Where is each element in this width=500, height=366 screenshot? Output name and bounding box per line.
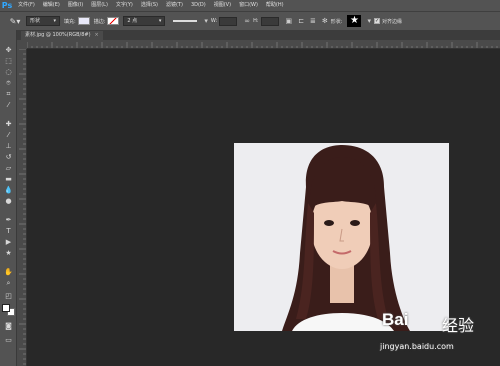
color-swatches[interactable] <box>2 304 15 316</box>
dodge-tool-icon[interactable]: ● <box>3 197 14 206</box>
width-input[interactable] <box>219 16 238 26</box>
portrait-photo <box>234 143 449 331</box>
horizontal-ruler <box>27 40 500 49</box>
eraser-tool-icon[interactable]: ▱ <box>3 164 14 173</box>
stroke-swatch[interactable] <box>107 17 120 25</box>
shape-tool-icon[interactable]: ★ <box>3 249 14 258</box>
menu-type[interactable]: 文字(Y) <box>112 0 137 11</box>
path-operations-icon[interactable]: ▣ <box>286 17 293 25</box>
close-icon[interactable]: × <box>95 31 99 40</box>
width-label: W: <box>210 18 218 24</box>
portrait-image[interactable] <box>234 143 449 331</box>
path-selection-tool-icon[interactable]: ▶ <box>3 238 14 247</box>
pen-tool-icon[interactable]: ✒ <box>3 216 14 225</box>
quick-mask-icon[interactable]: ◙ <box>3 322 14 331</box>
menu-help[interactable]: 帮助(H) <box>262 0 288 11</box>
photoshop-window: Ps 文件(F) 编辑(E) 图像(I) 图层(L) 文字(Y) 选择(S) 滤… <box>0 0 500 366</box>
stroke-label: 描边: <box>93 18 106 25</box>
tool-preset-picker[interactable]: ✎▾ <box>4 15 26 27</box>
menu-select[interactable]: 选择(S) <box>137 0 162 11</box>
menu-filter[interactable]: 滤镜(T) <box>162 0 187 11</box>
healing-brush-tool-icon[interactable]: ✚ <box>3 120 14 129</box>
gear-icon[interactable]: ✻ <box>322 17 328 25</box>
lasso-tool-icon[interactable]: ◌ <box>3 68 14 77</box>
app-logo: Ps <box>1 1 13 10</box>
menu-bar: Ps 文件(F) 编辑(E) 图像(I) 图层(L) 文字(Y) 选择(S) 滤… <box>0 0 500 11</box>
chevron-down-icon: ▾ <box>158 18 162 24</box>
path-arrangement-icon[interactable]: ≣ <box>310 17 316 25</box>
vertical-ruler <box>17 49 27 366</box>
stroke-size-select[interactable]: 2 点 ▾ <box>123 16 166 26</box>
foreground-color[interactable] <box>2 304 10 312</box>
crop-tool-icon[interactable]: ⌗ <box>3 90 14 99</box>
type-tool-icon[interactable]: T <box>3 227 14 236</box>
fill-label: 填充: <box>64 18 76 25</box>
blur-tool-icon[interactable]: 💧 <box>3 186 14 195</box>
history-brush-tool-icon[interactable]: ↺ <box>3 153 14 162</box>
hand-tool-icon[interactable]: ✋ <box>3 268 14 277</box>
options-bar: ✎▾ 形状 ▾ 填充: 描边: 2 点 ▾ ▾ W: ∞ H: ▣ ⊏ ≣ ✻ … <box>0 11 500 30</box>
chevron-down-icon: ▾ <box>53 18 56 24</box>
quick-select-tool-icon[interactable]: ⌾ <box>3 79 14 88</box>
star-icon: ★ <box>349 15 359 26</box>
pen-icon: ✎▾ <box>9 16 21 26</box>
align-edges-label: 对齐边缘 <box>381 18 402 25</box>
ruler-corner <box>17 40 27 49</box>
baidu-watermark: Bai 经验 jingyan.baidu.com <box>378 306 496 364</box>
link-icon[interactable]: ∞ <box>244 17 250 25</box>
watermark-url: jingyan.baidu.com <box>380 342 454 351</box>
shape-label: 形状: <box>330 18 343 25</box>
marquee-tool-icon[interactable]: ⬚ <box>3 57 14 66</box>
height-input[interactable] <box>260 16 279 26</box>
menu-image[interactable]: 图像(I) <box>64 0 87 11</box>
document-title: 素材.jpg @ 100%(RGB/8#) <box>25 32 91 38</box>
shape-picker[interactable]: ★ <box>347 15 362 27</box>
menu-view[interactable]: 视图(V) <box>210 0 235 11</box>
path-alignment-icon[interactable]: ⊏ <box>298 17 304 25</box>
clone-stamp-tool-icon[interactable]: ⊥ <box>3 142 14 151</box>
menu-file[interactable]: 文件(F) <box>14 0 39 11</box>
eyedropper-tool-icon[interactable]: ⁄ <box>3 101 14 110</box>
zoom-tool-icon[interactable]: ⌕ <box>3 279 14 288</box>
gradient-tool-icon[interactable]: ▬ <box>3 175 14 184</box>
default-colors-icon[interactable]: ◰ <box>3 292 14 301</box>
mode-value: 形状 <box>30 18 41 24</box>
stroke-type-picker[interactable] <box>173 20 198 22</box>
document-tab[interactable]: 素材.jpg @ 100%(RGB/8#) × <box>21 31 103 40</box>
move-tool-icon[interactable]: ✥ <box>3 46 14 55</box>
tools-panel: ✥ ⬚ ◌ ⌾ ⌗ ⁄ ✚ ⁄ ⊥ ↺ ▱ ▬ 💧 ● ✒ T ▶ ★ ✋ ⌕ … <box>0 30 17 366</box>
align-edges-checkbox[interactable]: ✓ <box>373 18 380 24</box>
screen-mode-icon[interactable]: ▭ <box>3 336 14 345</box>
fill-swatch[interactable] <box>77 17 90 25</box>
brush-tool-icon[interactable]: ⁄ <box>3 131 14 140</box>
menu-edit[interactable]: 编辑(E) <box>39 0 64 11</box>
menu-3d[interactable]: 3D(D) <box>187 0 210 11</box>
mode-select[interactable]: 形状 ▾ <box>26 16 60 26</box>
menu-layer[interactable]: 图层(L) <box>87 0 112 11</box>
document-tabs: 素材.jpg @ 100%(RGB/8#) × <box>17 30 500 40</box>
chevron-down-icon[interactable]: ▾ <box>204 17 208 25</box>
chevron-down-icon[interactable]: ▾ <box>367 17 371 25</box>
menu-window[interactable]: 窗口(W) <box>235 0 262 11</box>
stroke-size-value: 2 点 <box>127 18 138 24</box>
watermark-text: 经验 <box>442 316 475 335</box>
baidu-logo: Bai <box>382 310 409 329</box>
height-label: H: <box>253 18 259 24</box>
